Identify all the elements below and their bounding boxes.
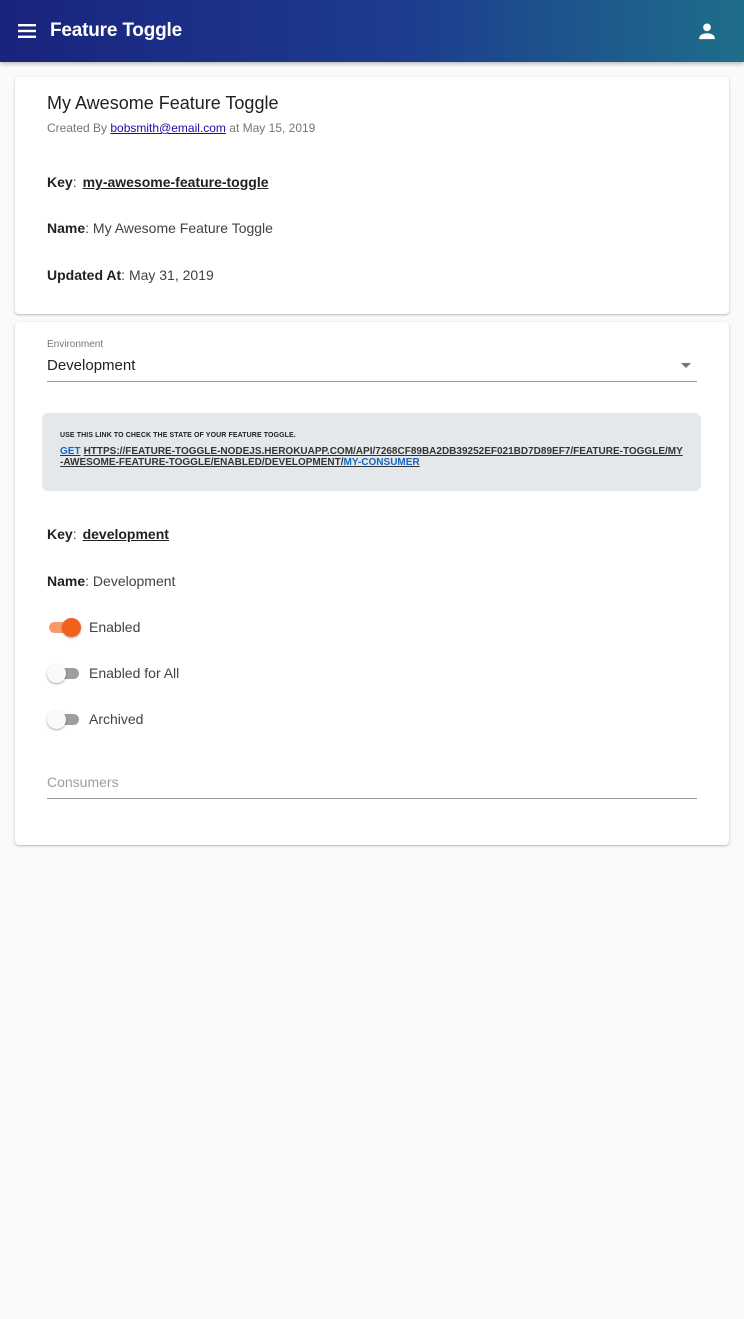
menu-icon[interactable] [16, 20, 38, 42]
name-label: Name [47, 220, 86, 236]
toggle-details-card: My Awesome Feature Toggle Created By bob… [15, 77, 729, 314]
enabled-switch[interactable] [47, 617, 81, 637]
environment-select[interactable] [47, 332, 697, 382]
env-key-label: Key [47, 526, 73, 542]
env-key-value[interactable]: development [83, 526, 169, 542]
toggle-title: My Awesome Feature Toggle [47, 93, 279, 113]
env-name-row: Name: Development [47, 573, 176, 589]
enabled-toggle[interactable]: Enabled [47, 617, 140, 637]
created-at-date: May 15, 2019 [242, 121, 316, 135]
api-link-method: GET [60, 446, 81, 457]
enabled-for-all-label: Enabled for All [89, 665, 180, 681]
api-link[interactable]: GET HTTPS://FEATURE-TOGGLE-NODEJS.HEROKUA… [60, 446, 685, 468]
app-title: Feature Toggle [50, 20, 182, 41]
toggle-key-row: Key: my-awesome-feature-toggle [47, 174, 269, 190]
archived-label: Archived [89, 711, 144, 727]
environment-label: Environment [47, 339, 104, 350]
api-link-header: USE THIS LINK TO CHECK THE STATE OF YOUR… [60, 432, 296, 439]
toggle-key-value[interactable]: my-awesome-feature-toggle [83, 174, 269, 190]
enabled-for-all-toggle[interactable]: Enabled for All [47, 663, 179, 683]
created-by-prefix: Created By [47, 121, 108, 135]
creator-email-link[interactable]: bobsmith@email.com [110, 121, 226, 135]
toggle-name-value: My Awesome Feature Toggle [92, 220, 273, 236]
env-key-row: Key: development [47, 526, 169, 542]
api-link-consumer[interactable]: MY-CONSUMER [344, 457, 420, 468]
env-name-label: Name [47, 573, 86, 589]
api-link-box: USE THIS LINK TO CHECK THE STATE OF YOUR… [42, 413, 701, 491]
env-name-value: Development [92, 573, 176, 589]
created-by-line: Created By bobsmith@email.com at May 15,… [47, 121, 315, 135]
archived-toggle[interactable]: Archived [47, 709, 143, 729]
updated-label: Updated At [47, 267, 122, 283]
toggle-updated-value: May 31, 2019 [128, 267, 214, 283]
enabled-for-all-switch[interactable] [47, 663, 81, 683]
archived-switch[interactable] [47, 709, 81, 729]
key-label: Key [47, 174, 73, 190]
created-at-prefix: at [229, 121, 240, 135]
enabled-label: Enabled [89, 619, 141, 635]
app-bar: Feature Toggle [0, 0, 744, 62]
toggle-name-row: Name: My Awesome Feature Toggle [47, 220, 273, 236]
dropdown-arrow-icon [681, 363, 691, 368]
account-icon[interactable] [696, 20, 718, 42]
toggle-updated-row: Updated At: May 31, 2019 [47, 267, 214, 283]
environment-card: Environment Development USE THIS LINK TO… [15, 322, 729, 845]
environment-value: Development [47, 357, 136, 374]
consumers-input[interactable]: Consumers [47, 766, 697, 799]
